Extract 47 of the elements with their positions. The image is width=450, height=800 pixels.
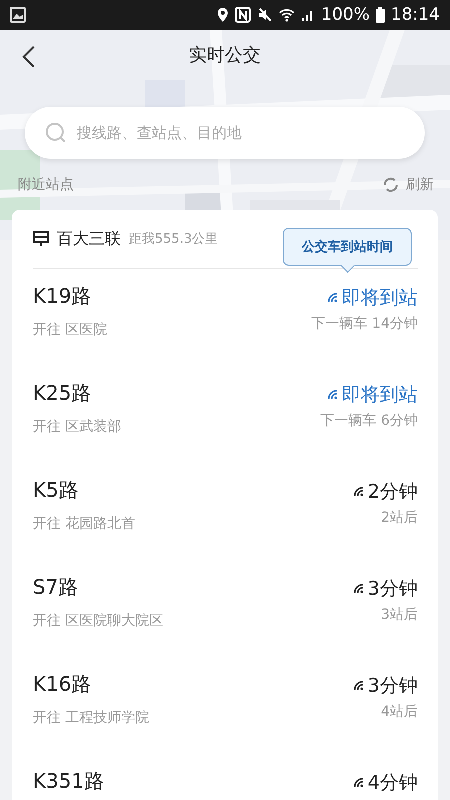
bus-stop-icon [33, 231, 49, 247]
arrival-detail: 下一辆车 14分钟 [312, 315, 418, 333]
signal-icon [352, 486, 365, 498]
signal-icon [352, 680, 365, 692]
page-title: 实时公交 [189, 44, 261, 67]
back-icon [22, 45, 36, 69]
wifi-icon [279, 7, 296, 23]
clock-time: 18:14 [391, 5, 440, 25]
signal-icon [352, 583, 365, 595]
arrival-detail: 3站后 [381, 606, 418, 624]
section-label: 附近站点 [18, 176, 74, 194]
arrival-time: 即将到站 [327, 382, 418, 408]
route-name: K5路 [33, 477, 80, 503]
stop-distance: 距我555.3公里 [129, 231, 218, 248]
route-name: K16路 [33, 671, 93, 697]
arrival-time: 3分钟 [352, 576, 418, 602]
refresh-icon [382, 176, 400, 194]
battery-icon [376, 7, 385, 23]
route-name: K25路 [33, 380, 93, 406]
battery-percent: 100% [321, 5, 370, 25]
destination-text: 开往 花园路北首 [33, 515, 136, 533]
image-icon [10, 7, 26, 23]
route-name: K351路 [33, 768, 104, 794]
arrival-time: 3分钟 [352, 673, 418, 699]
route-name: S7路 [33, 574, 80, 600]
arrival-time: 2分钟 [352, 479, 418, 505]
nfc-icon [235, 7, 252, 23]
destination-text: 开往 区武装部 [33, 418, 122, 436]
location-icon [217, 7, 230, 23]
signal-icon [352, 777, 365, 789]
arrival-detail: 2站后 [381, 509, 418, 527]
refresh-button[interactable]: 刷新 [382, 176, 434, 194]
arrival-detail: 4站后 [381, 703, 418, 721]
destination-text: 开往 区医院聊大院区 [33, 612, 164, 630]
route-name: K19路 [33, 283, 93, 309]
signal-icon [327, 292, 339, 304]
arrival-time: 即将到站 [327, 285, 418, 311]
destination-text: 开往 区医院 [33, 321, 108, 339]
arrival-detail: 下一辆车 6分钟 [320, 412, 418, 430]
search-icon [45, 122, 67, 144]
tooltip: 公交车到站时间 [283, 228, 412, 274]
destination-text: 开往 工程技师学院 [33, 709, 150, 727]
search-field[interactable]: 搜线路、查站点、目的地 [25, 107, 425, 159]
mute-icon [257, 7, 274, 23]
signal-icon [327, 389, 339, 401]
arrival-time: 4分钟 [352, 770, 418, 796]
stop-name: 百大三联 [57, 228, 121, 250]
